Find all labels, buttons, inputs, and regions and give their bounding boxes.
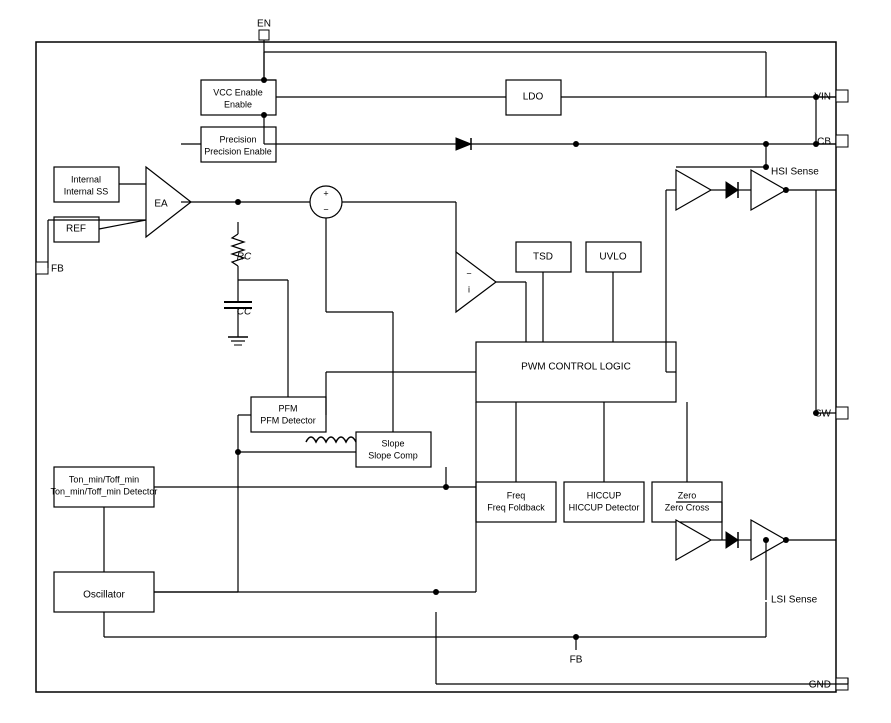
pfm-label2: PFM Detector xyxy=(260,415,316,425)
vcc-enable-block xyxy=(201,80,276,115)
freq-label2: Freq Foldback xyxy=(487,502,545,512)
vin-pin xyxy=(836,90,848,102)
hiccup-label2: HICCUP Detector xyxy=(568,502,639,512)
vcc-enable-label: VCC Enable xyxy=(213,87,263,97)
lsi-sense-label: LSI Sense xyxy=(771,594,818,605)
internal-ss-block xyxy=(54,167,119,202)
vcc-enable-label2: Enable xyxy=(223,99,251,109)
rc-label: RC xyxy=(236,251,251,262)
ton-label2: Ton_min/Toff_min Detector xyxy=(50,486,157,496)
precision-enable-label2: Precision Enable xyxy=(204,146,272,156)
ea-label: EA xyxy=(154,198,168,209)
en-label: EN xyxy=(257,18,271,29)
block-diagram: EN VCC Enable Enable LDO VIN Precision P… xyxy=(16,12,876,712)
freq-label1: Freq xyxy=(506,490,525,500)
internal-ss-label2: Internal SS xyxy=(63,186,108,196)
ls-gate-dot xyxy=(783,537,789,543)
hsi-sense-label: HSI Sense xyxy=(771,166,819,177)
minus-sign: − xyxy=(323,204,328,214)
sw-pin xyxy=(836,407,848,419)
fb-left-label: FB xyxy=(51,263,64,274)
tsd-label: TSD xyxy=(533,251,553,262)
oscillator-label: Oscillator xyxy=(83,589,125,600)
gnd-label: GND xyxy=(808,679,830,690)
precision-enable-label1: Precision xyxy=(219,134,256,144)
hiccup-label1: HICCUP xyxy=(586,490,621,500)
slope-label2: Slope Comp xyxy=(368,450,418,460)
uvlo-label: UVLO xyxy=(599,251,626,262)
zero-label1: Zero xyxy=(677,490,696,500)
slope-label1: Slope xyxy=(381,438,404,448)
en-pin xyxy=(259,30,269,40)
plus-sense: i xyxy=(468,284,470,294)
pfm-label1: PFM xyxy=(278,403,297,413)
minus-sense: − xyxy=(466,268,471,278)
cb-label: CB xyxy=(817,136,831,147)
ref-label: REF xyxy=(66,223,86,234)
cb-pin xyxy=(836,135,848,147)
ldo-label: LDO xyxy=(522,91,543,102)
zero-label2: Zero Cross xyxy=(664,502,709,512)
internal-ss-label1: Internal xyxy=(70,174,100,184)
fb-bottom-label: FB xyxy=(569,654,582,665)
fb-left-pin xyxy=(36,262,48,274)
hs-gate-dot xyxy=(783,187,789,193)
pwm-label1: PWM CONTROL LOGIC xyxy=(521,361,631,372)
ton-label1: Ton_min/Toff_min xyxy=(68,474,138,484)
plus-sign: + xyxy=(323,188,328,198)
